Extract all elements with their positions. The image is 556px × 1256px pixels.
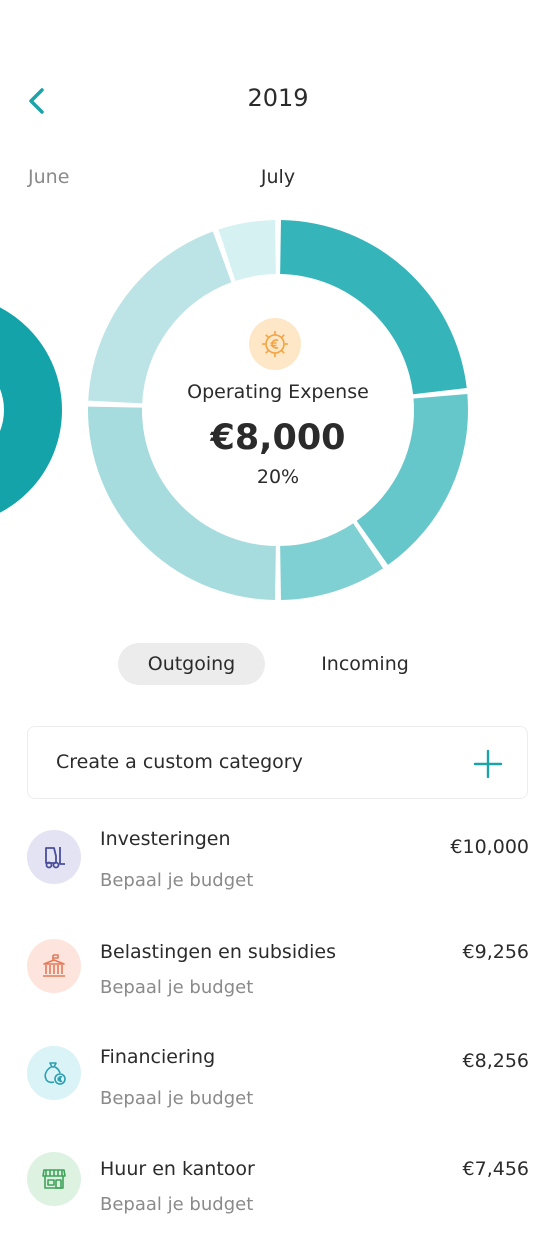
category-title: Huur en kantoor <box>100 1158 255 1180</box>
government-building-icon <box>27 939 81 993</box>
forklift-icon <box>27 830 81 884</box>
category-amount: €10,000 <box>450 836 529 858</box>
category-title: Financiering <box>100 1046 216 1068</box>
category-subtitle[interactable]: Bepaal je budget <box>100 1194 253 1215</box>
storefront-icon <box>27 1152 81 1206</box>
money-bag-icon <box>27 1046 81 1100</box>
category-row-huur[interactable]: Huur en kantoor Bepaal je budget €7,456 <box>0 1148 556 1256</box>
category-subtitle[interactable]: Bepaal je budget <box>100 977 253 998</box>
category-amount: €8,256 <box>462 1050 529 1072</box>
category-row-financiering[interactable]: Financiering Bepaal je budget €8,256 <box>0 1040 556 1148</box>
tab-incoming[interactable]: Incoming <box>296 643 434 685</box>
page-title: 2019 <box>247 84 309 112</box>
category-amount: €9,256 <box>462 941 529 963</box>
create-custom-category-button[interactable]: Create a custom category <box>27 726 528 799</box>
selected-category-percent: 20% <box>256 466 300 488</box>
category-title: Investeringen <box>100 828 231 850</box>
category-subtitle[interactable]: Bepaal je budget <box>100 870 253 891</box>
category-amount: €7,456 <box>462 1158 529 1180</box>
selected-category-label: Operating Expense <box>187 381 369 403</box>
category-title: Belastingen en subsidies <box>100 941 337 963</box>
month-current[interactable]: July <box>0 166 556 188</box>
plus-icon <box>473 749 503 779</box>
gear-euro-icon <box>249 318 301 370</box>
donut-segment[interactable] <box>280 220 467 395</box>
tab-outgoing[interactable]: Outgoing <box>118 643 265 685</box>
category-row-investeringen[interactable]: Investeringen Bepaal je budget €10,000 <box>0 820 556 928</box>
category-row-belastingen[interactable]: Belastingen en subsidies Bepaal je budge… <box>0 933 556 1041</box>
create-custom-category-label: Create a custom category <box>56 751 303 773</box>
selected-category-amount: €8,000 <box>210 418 346 458</box>
category-subtitle[interactable]: Bepaal je budget <box>100 1088 253 1109</box>
donut-segment[interactable] <box>88 231 232 404</box>
donut-chart[interactable] <box>0 200 556 620</box>
